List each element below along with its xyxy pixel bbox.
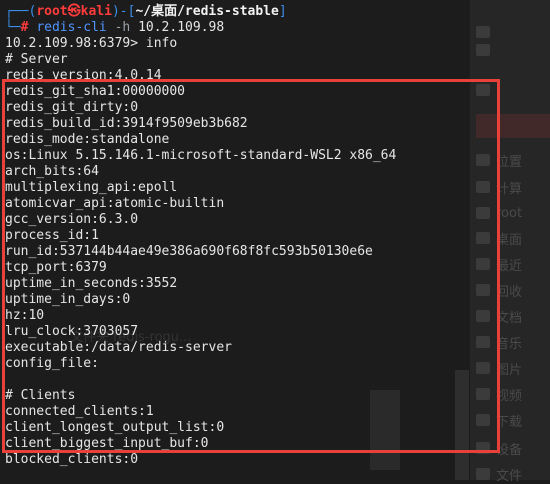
redis-repl-line: 10.2.109.98:6379> info — [5, 36, 550, 52]
prompt-path: ~/桌面/redis-stable — [135, 4, 279, 19]
output-section-header: # Server — [5, 52, 68, 67]
command-argument: 10.2.109.98 — [138, 20, 225, 35]
highlight-annotation-box — [2, 79, 500, 453]
prompt-bracket: )-[ — [111, 4, 136, 19]
redis-repl-prompt: 10.2.109.98:6379> — [5, 36, 146, 51]
prompt-corner: └─ — [5, 20, 21, 35]
prompt-user: root — [36, 4, 68, 19]
prompt-host: kali — [80, 4, 112, 19]
shell-prompt-line-1: ┌──(root㉿kali)-[~/桌面/redis-stable] — [5, 4, 550, 20]
redis-repl-command: info — [145, 36, 178, 51]
prompt-at-symbol: ㉿ — [67, 4, 81, 19]
prompt-bracket: ┌──( — [5, 4, 37, 19]
prompt-hash: # — [20, 20, 29, 35]
prompt-bracket: ] — [278, 4, 287, 19]
command-flag: -h — [114, 20, 131, 35]
shell-prompt-line-2: └─# redis-cli -h 10.2.109.98 — [5, 20, 550, 36]
command-name: redis-cli — [36, 20, 107, 35]
output-line: blocked_clients:0 — [5, 452, 139, 467]
